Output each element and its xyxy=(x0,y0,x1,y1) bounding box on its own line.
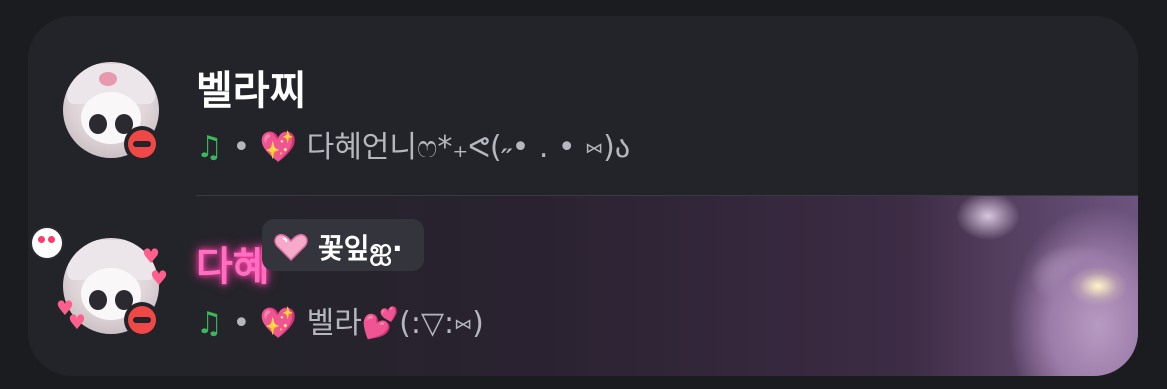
server-tag[interactable]: 꽃잎ஐ· xyxy=(262,219,424,271)
row-divider xyxy=(196,195,1138,196)
dnd-status-icon xyxy=(124,302,160,338)
activity-text: 벨라 xyxy=(306,306,362,341)
dnd-status-icon xyxy=(124,126,160,162)
activity-separator: • xyxy=(232,130,251,165)
music-note-icon: ♫ xyxy=(196,306,223,341)
music-note-icon: ♫ xyxy=(196,130,223,165)
activity-line: ♫ • 💖 다혜언니ෆ*₊ᕙ(˶• . • ⑅)ა xyxy=(196,122,630,166)
heart-decoration-icon: ♥ xyxy=(68,310,86,334)
member-name[interactable]: 다혜 xyxy=(196,234,270,292)
banner-glow xyxy=(1068,266,1128,306)
heart-eyes-bubble-icon xyxy=(30,226,64,260)
avatar-flower xyxy=(99,72,117,86)
sparkling-heart-icon: 💖 xyxy=(259,130,298,165)
two-hearts-icon: 💕 xyxy=(361,306,400,341)
avatar-eye xyxy=(89,114,107,134)
heart-decoration-icon: ♥ xyxy=(142,244,160,268)
activity-line: ♫ • 💖 벨라💕(:▽:⑅) xyxy=(196,298,484,342)
activity-separator: • xyxy=(232,306,251,341)
activity-text: 다혜언니ෆ*₊ᕙ(˶• . • ⑅)ა xyxy=(306,130,631,165)
avatar-eye xyxy=(89,290,107,310)
heart-decoration-icon: ♥ xyxy=(150,266,168,290)
pink-heart-icon xyxy=(274,233,308,261)
sparkling-heart-icon: 💖 xyxy=(259,306,298,341)
member-name[interactable]: 벨라찌 xyxy=(196,58,306,116)
member-list-panel xyxy=(28,16,1138,376)
server-tag-text: 꽃잎ஐ· xyxy=(318,232,403,265)
activity-text-tail: (:▽:⑅) xyxy=(399,306,484,341)
